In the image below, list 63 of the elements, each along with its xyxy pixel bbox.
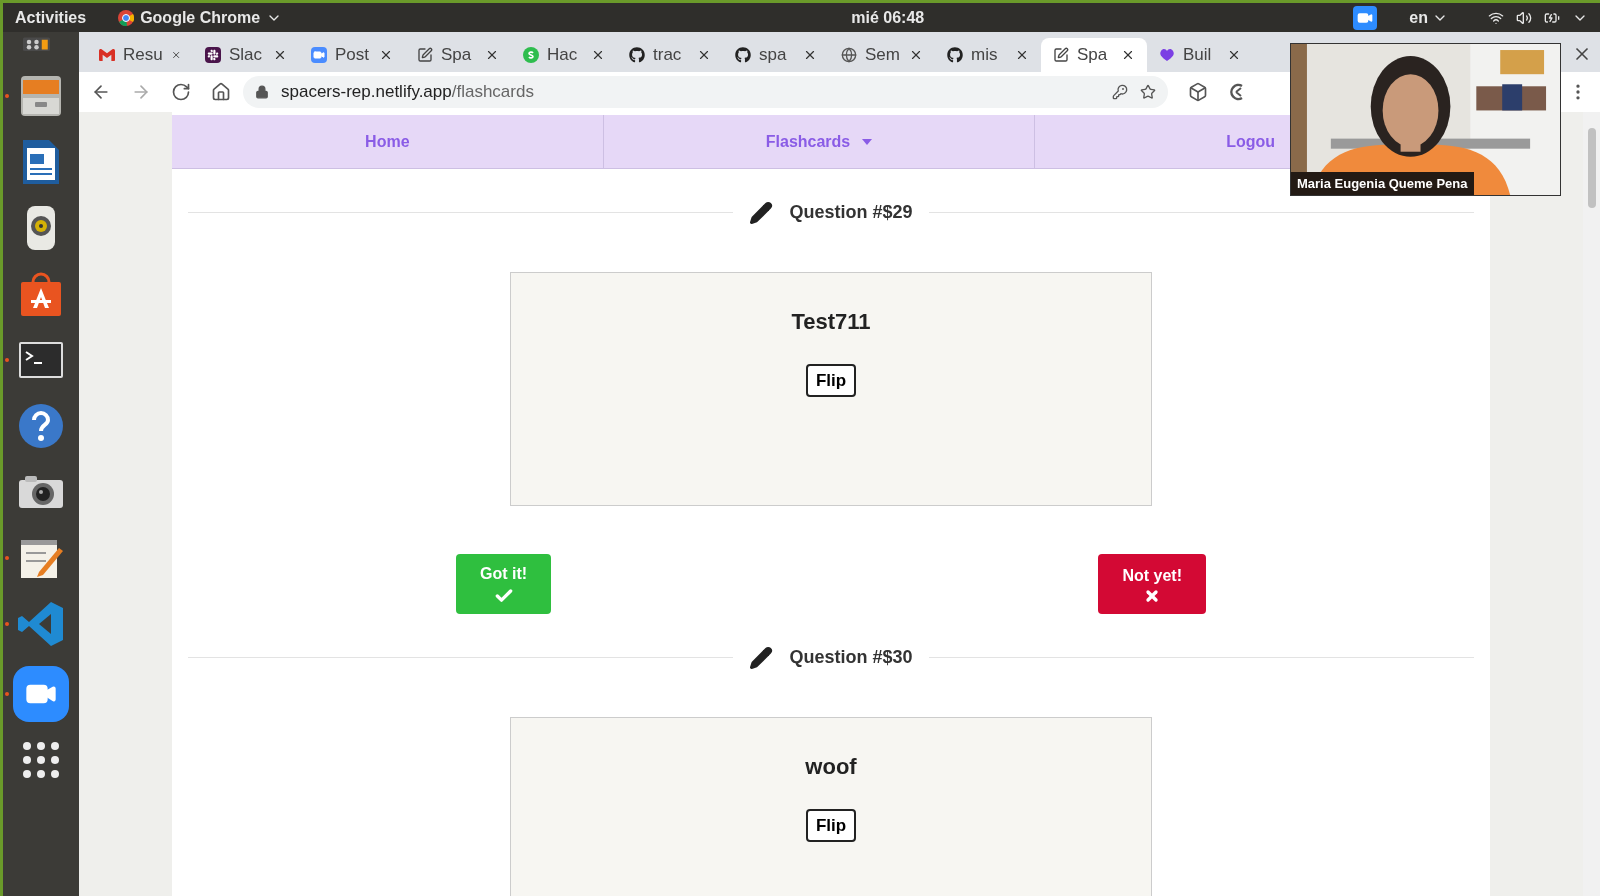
cross-icon [1144, 588, 1161, 604]
code-editor-icon[interactable] [17, 600, 65, 648]
star-icon[interactable] [1140, 84, 1156, 100]
card-text: woof [805, 753, 857, 781]
question-heading: Question #$29 [789, 201, 913, 224]
edit-icon [417, 47, 433, 63]
close-tab-icon[interactable] [485, 48, 499, 62]
close-tab-icon[interactable] [1015, 48, 1029, 62]
close-tab-icon[interactable] [803, 48, 817, 62]
mail-icon [99, 47, 115, 63]
heart-icon [1159, 47, 1175, 63]
browser-tab[interactable]: spa [723, 38, 829, 72]
close-tab-icon[interactable] [1227, 48, 1241, 62]
slack-icon [205, 47, 221, 63]
home-icon[interactable] [211, 82, 231, 102]
question-heading: Question #$30 [789, 646, 913, 669]
help-icon[interactable] [17, 402, 65, 450]
browser-tab[interactable]: Sem [829, 38, 935, 72]
close-tab-icon[interactable] [591, 48, 605, 62]
flip-button[interactable]: Flip [805, 364, 857, 397]
reload-icon[interactable] [171, 82, 191, 102]
scrollbar-thumb[interactable] [1587, 128, 1596, 208]
browser-tab[interactable]: Post [299, 38, 405, 72]
clock[interactable]: mié 06:48 [851, 5, 925, 30]
browser-tab[interactable]: Spa [1041, 38, 1147, 72]
github-icon [629, 47, 645, 63]
lock-icon[interactable] [255, 85, 269, 99]
pencil-icon [749, 645, 774, 670]
video-camera-icon [311, 47, 327, 63]
language-menu[interactable]: en [1409, 5, 1448, 30]
browser-tab[interactable]: Resu [87, 38, 193, 72]
chrome-icon [118, 9, 135, 26]
browser-tab[interactable]: trac [617, 38, 723, 72]
globe-icon [841, 47, 857, 63]
caret-icon [862, 138, 873, 145]
browser-tab[interactable]: mis [935, 38, 1041, 72]
video-camera-icon[interactable] [13, 666, 69, 722]
volume-icon[interactable] [1516, 9, 1532, 26]
pencil-icon [749, 200, 774, 225]
browser-tab[interactable]: Slac [193, 38, 299, 72]
participant-name: Maria Eugenia Queme Pena [1291, 171, 1474, 195]
browser-tab[interactable]: Hac [511, 38, 617, 72]
app-grid-icon[interactable] [21, 740, 61, 780]
card-text: Test711 [791, 308, 871, 336]
close-tab-icon[interactable] [697, 48, 711, 62]
url-text: spacers-rep.netlify.app/flashcards [281, 81, 535, 104]
activities-button[interactable]: Activities [15, 5, 87, 30]
browser-tab[interactable]: Buil [1147, 38, 1253, 72]
app-menu[interactable]: Google Chrome [118, 5, 283, 30]
browser-tab[interactable]: Spa [405, 38, 511, 72]
extension-icon[interactable] [1188, 82, 1208, 102]
flip-button[interactable]: Flip [805, 809, 857, 842]
close-tab-icon[interactable] [273, 48, 287, 62]
key-icon[interactable] [1112, 84, 1128, 100]
github-icon [947, 47, 963, 63]
close-tab-icon[interactable] [1121, 48, 1135, 62]
edit-icon [1053, 47, 1069, 63]
close-tab-icon[interactable] [379, 48, 393, 62]
github-icon [735, 47, 751, 63]
close-tab-icon[interactable] [909, 48, 923, 62]
not-yet-button[interactable]: Not yet! [1098, 554, 1206, 614]
address-bar[interactable]: spacers-rep.netlify.app/flashcards [243, 76, 1168, 108]
video-camera-icon[interactable] [1353, 5, 1378, 30]
